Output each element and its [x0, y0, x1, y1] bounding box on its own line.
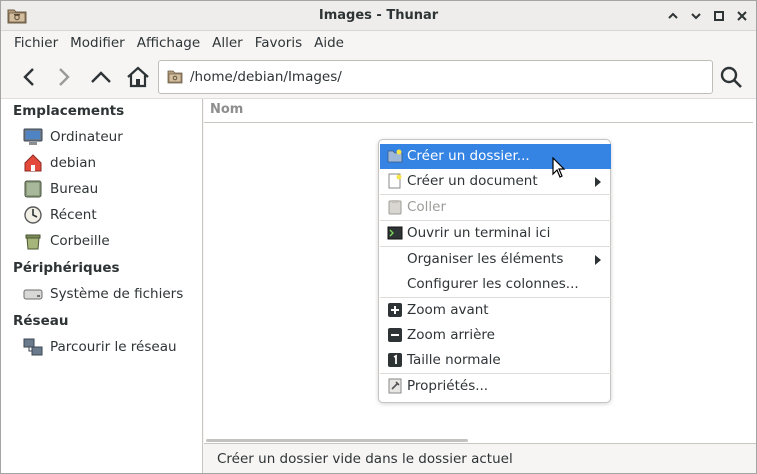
menu-item-label: Configurer les colonnes... — [407, 276, 579, 292]
desktop-icon — [23, 179, 43, 199]
location-bar[interactable]: /home/debian/Images/ — [158, 60, 713, 94]
menu-item-label: Zoom arrière — [407, 327, 495, 343]
status-bar: Créer un dossier vide dans le dossier ac… — [204, 443, 756, 473]
sidebar-item-parcourir-le-reseau[interactable]: Parcourir le réseau — [23, 336, 201, 358]
location-path: /home/debian/Images/ — [190, 69, 342, 85]
menu-item-label: Propriétés... — [407, 378, 489, 394]
menu-item-ouvrir-terminal[interactable]: Ouvrir un terminal ici — [380, 221, 611, 246]
thunar-window: Images - Thunar Fichier Modifier Afficha… — [0, 0, 757, 474]
menu-modifier[interactable]: Modifier — [64, 35, 131, 51]
menu-aide[interactable]: Aide — [308, 35, 350, 51]
menu-aller[interactable]: Aller — [206, 35, 249, 51]
horizontal-scrollbar[interactable] — [206, 439, 468, 442]
sidebar-item-systeme-de-fichiers[interactable]: Système de fichiers — [23, 283, 201, 305]
forward-icon — [59, 68, 70, 86]
drive-icon — [23, 284, 43, 304]
sidebar-item-label: Bureau — [50, 181, 99, 197]
title-bar[interactable]: Images - Thunar — [1, 1, 756, 31]
column-header-name[interactable]: Nom — [210, 102, 243, 117]
mouse-cursor-icon — [552, 156, 566, 179]
network-icon — [23, 337, 43, 357]
toolbar: /home/debian/Images/ — [1, 55, 756, 99]
section-emplacements: Emplacements — [13, 103, 125, 119]
status-text: Créer un dossier vide dans le dossier ac… — [217, 451, 513, 467]
section-reseau: Réseau — [13, 313, 69, 329]
context-menu: Créer un dossier... Créer un document Co… — [378, 139, 611, 403]
menu-item-label: Ouvrir un terminal ici — [407, 225, 551, 241]
menu-favoris[interactable]: Favoris — [249, 35, 308, 51]
sidebar-item-label: Système de fichiers — [50, 286, 184, 302]
submenu-arrow-icon — [595, 177, 601, 187]
menu-item-coller[interactable]: Coller — [380, 195, 611, 220]
menu-item-label: Coller — [407, 199, 447, 215]
section-peripheriques: Périphériques — [13, 260, 120, 276]
menu-item-organiser-elements[interactable]: Organiser les éléments — [380, 247, 611, 272]
zoom-in-icon — [387, 302, 403, 318]
zoom-out-icon — [387, 327, 403, 343]
menu-item-label: Créer un document — [407, 173, 538, 189]
paste-icon — [387, 199, 403, 215]
sidebar-item-recent[interactable]: Récent — [23, 204, 201, 226]
menu-item-label: Taille normale — [407, 352, 501, 368]
column-header: Nom — [204, 99, 753, 123]
close-button[interactable] — [733, 7, 751, 25]
terminal-icon — [387, 225, 403, 241]
menu-bar: Fichier Modifier Affichage Aller Favoris… — [1, 31, 756, 55]
menu-fichier[interactable]: Fichier — [8, 35, 64, 51]
minimize-button[interactable] — [664, 7, 682, 25]
new-folder-icon — [387, 148, 403, 164]
menu-item-creer-dossier[interactable]: Créer un dossier... — [380, 144, 611, 169]
menu-item-label: Zoom avant — [407, 302, 489, 318]
menu-item-zoom-arriere[interactable]: Zoom arrière — [380, 323, 611, 348]
up-button[interactable] — [87, 64, 115, 90]
restore-button[interactable] — [710, 7, 728, 25]
back-button[interactable] — [15, 64, 43, 90]
window-title: Images - Thunar — [318, 8, 439, 23]
home-button[interactable] — [124, 64, 152, 90]
submenu-arrow-icon — [595, 255, 601, 265]
menu-item-creer-document[interactable]: Créer un document — [380, 169, 611, 194]
back-icon — [23, 68, 34, 86]
recent-clock-icon — [23, 205, 43, 225]
maximize-button[interactable] — [687, 7, 705, 25]
sidebar-item-label: Récent — [50, 207, 97, 223]
forward-button[interactable] — [50, 64, 78, 90]
sidebar-item-bureau[interactable]: Bureau — [23, 178, 201, 200]
sidebar-item-label: Corbeille — [50, 233, 110, 249]
menu-item-label: Organiser les éléments — [407, 251, 564, 267]
menu-item-label: Créer un dossier... — [407, 148, 530, 164]
sidebar: Emplacements Ordinateur debian Bureau Ré… — [1, 99, 203, 473]
menu-item-taille-normale[interactable]: Taille normale — [380, 348, 611, 373]
home-icon — [127, 66, 149, 88]
properties-icon — [387, 378, 403, 394]
computer-icon — [23, 127, 43, 147]
sidebar-item-label: Parcourir le réseau — [50, 339, 177, 355]
up-icon — [91, 71, 111, 83]
sidebar-item-label: Ordinateur — [50, 129, 123, 145]
search-icon — [720, 66, 742, 88]
trash-icon — [23, 231, 43, 251]
menu-item-zoom-avant[interactable]: Zoom avant — [380, 298, 611, 323]
menu-item-configurer-colonnes[interactable]: Configurer les colonnes... — [380, 272, 611, 297]
sidebar-item-label: debian — [50, 155, 97, 171]
sidebar-item-corbeille[interactable]: Corbeille — [23, 230, 201, 252]
home-folder-icon — [23, 153, 43, 173]
sidebar-item-ordinateur[interactable]: Ordinateur — [23, 126, 201, 148]
menu-item-proprietes[interactable]: Propriétés... — [380, 374, 611, 399]
folder-icon — [167, 69, 183, 85]
sidebar-item-debian[interactable]: debian — [23, 152, 201, 174]
search-button[interactable] — [717, 64, 745, 90]
menu-affichage[interactable]: Affichage — [131, 35, 206, 51]
zoom-normal-icon — [387, 352, 403, 368]
new-document-icon — [387, 173, 403, 189]
